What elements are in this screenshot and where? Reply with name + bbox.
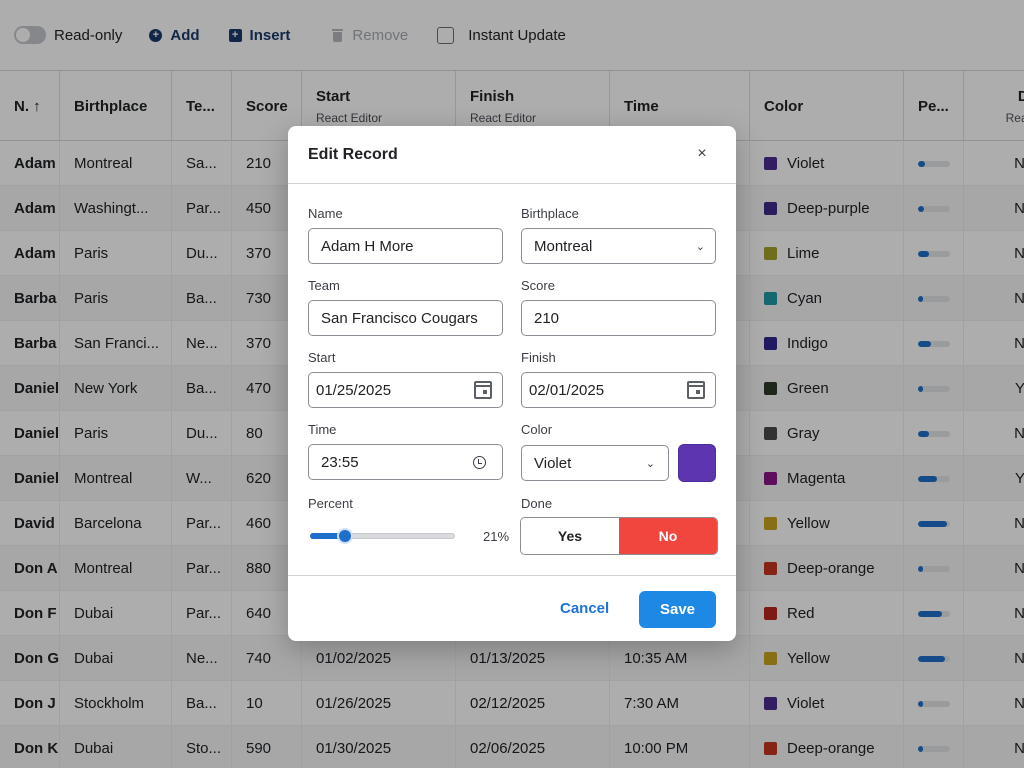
name-label: Name: [308, 206, 343, 221]
done-no-button[interactable]: No: [619, 518, 717, 554]
start-value: 01/25/2025: [316, 381, 392, 399]
name-value: Adam H More: [321, 237, 414, 255]
score-value: 210: [534, 309, 560, 327]
chevron-down-icon: ⌄: [695, 240, 705, 253]
cancel-button[interactable]: Cancel: [560, 600, 609, 617]
score-label: Score: [521, 278, 555, 293]
score-field[interactable]: 210: [521, 300, 716, 336]
done-yes-button[interactable]: Yes: [521, 518, 619, 554]
color-preview-swatch[interactable]: [678, 444, 716, 482]
birthplace-value: Montreal: [534, 237, 593, 255]
start-date-field[interactable]: 01/25/2025: [308, 372, 503, 408]
start-label: Start: [308, 350, 336, 365]
time-field[interactable]: 23:55: [308, 444, 503, 480]
chevron-down-icon: ⌄: [645, 457, 655, 470]
calendar-icon[interactable]: [687, 381, 705, 399]
percent-label: Percent: [308, 496, 353, 511]
done-toggle-group: Yes No: [520, 517, 718, 555]
time-label: Time: [308, 422, 337, 437]
finish-date-field[interactable]: 02/01/2025: [521, 372, 716, 408]
dialog-title: Edit Record: [308, 146, 398, 163]
done-label: Done: [521, 496, 553, 511]
name-field[interactable]: Adam H More: [308, 228, 503, 264]
time-value: 23:55: [321, 453, 359, 471]
birthplace-label: Birthplace: [521, 206, 579, 221]
close-icon[interactable]: ×: [692, 144, 712, 164]
color-value: Violet: [534, 454, 572, 472]
clock-icon[interactable]: [473, 455, 486, 469]
color-select[interactable]: Violet ⌄: [521, 445, 669, 481]
percent-slider-thumb[interactable]: [337, 528, 353, 544]
birthplace-select[interactable]: Montreal ⌄: [521, 228, 716, 264]
finish-value: 02/01/2025: [529, 381, 605, 399]
edit-record-dialog: Edit Record × Name Adam H More Birthplac…: [288, 126, 736, 641]
dialog-footer-divider: [288, 575, 736, 576]
calendar-icon[interactable]: [474, 381, 492, 399]
color-label: Color: [521, 422, 553, 437]
team-value: San Francisco Cougars: [321, 309, 478, 327]
percent-value: 21%: [483, 529, 510, 544]
finish-label: Finish: [521, 350, 556, 365]
team-label: Team: [308, 278, 340, 293]
team-field[interactable]: San Francisco Cougars: [308, 300, 503, 336]
dialog-header-divider: [288, 183, 736, 184]
save-button[interactable]: Save: [639, 591, 716, 628]
